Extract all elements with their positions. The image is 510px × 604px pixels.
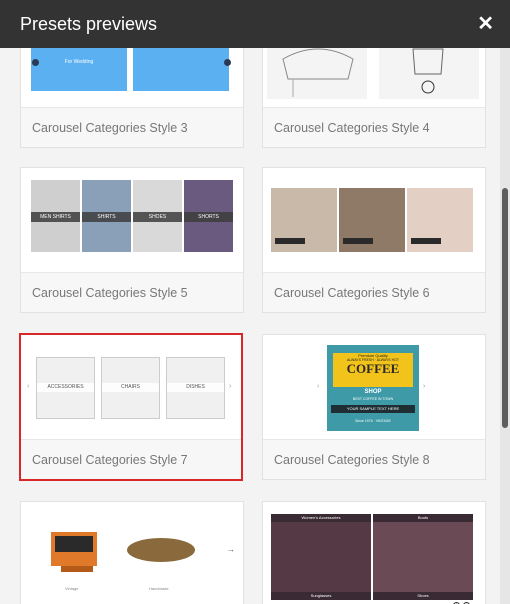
preset-preview: ‹ Premium Quality ALWAYS FRESH · ALWAYS … xyxy=(263,335,485,439)
preset-label: Carousel Categories Style 4 xyxy=(263,107,485,147)
prev-arrow-icon[interactable]: ‹ xyxy=(27,383,29,390)
preset-label: Carousel Categories Style 8 xyxy=(263,439,485,479)
category-tag xyxy=(411,238,441,244)
category-photo xyxy=(407,188,473,252)
preset-label: Carousel Categories Style 7 xyxy=(21,439,241,479)
poster-banner: YOUR SAMPLE TEXT HERE xyxy=(331,405,415,413)
modal-title: Presets previews xyxy=(20,13,158,34)
category-tile: For Wedding xyxy=(31,48,127,91)
presets-modal: Presets previews ✕ For Wedding Carousel … xyxy=(0,0,510,604)
product-caption: Vintage xyxy=(65,586,79,591)
svg-text:→: → xyxy=(227,545,235,554)
poster-badge: Premium Quality ALWAYS FRESH · ALWAYS HO… xyxy=(333,353,413,387)
close-icon[interactable]: ✕ xyxy=(477,14,494,34)
poster-line3: BEST COFFEE IN TOWN xyxy=(352,397,394,401)
category-tag: Women's Accessories xyxy=(271,514,371,522)
category-photo xyxy=(339,188,405,252)
prev-arrow-icon[interactable]: ‹ xyxy=(317,383,319,390)
preset-preview xyxy=(263,48,485,107)
category-photo: Women's Accessories Sunglasses xyxy=(271,514,371,600)
preset-preview: ‹ ACCESSORIES CHAIRS DISHES › xyxy=(21,335,241,439)
category-tag: ACCESSORIES xyxy=(37,383,94,393)
presets-grid: For Wedding Carousel Categories Style 3 xyxy=(0,48,500,604)
category-photo: SHOES xyxy=(133,180,182,252)
category-tag: DISHES xyxy=(167,383,224,393)
category-tag: SHOES xyxy=(133,211,182,222)
category-tag: Boots xyxy=(373,514,473,522)
scrollbar-thumb[interactable] xyxy=(502,188,508,428)
category-tag: MEN SHIRTS xyxy=(31,211,80,222)
next-arrow-icon[interactable]: › xyxy=(423,383,425,390)
preset-card-style-9[interactable]: → Vintage Handmade xyxy=(20,501,244,604)
poster-footer: Since 1976 · VINTAGE xyxy=(355,419,391,423)
category-tag xyxy=(275,238,305,244)
category-tile xyxy=(133,48,229,91)
preset-label: Carousel Categories Style 5 xyxy=(21,272,243,312)
category-photo: SHORTS xyxy=(184,180,233,252)
category-sketch: CHAIRS xyxy=(101,357,160,419)
preset-label: Carousel Categories Style 6 xyxy=(263,272,485,312)
category-tag xyxy=(343,238,373,244)
category-sketch: ACCESSORIES xyxy=(36,357,95,419)
preset-preview: MEN SHIRTS SHIRTS SHOES SHORTS xyxy=(21,168,243,272)
preset-preview: Women's Accessories Sunglasses Boots Sho… xyxy=(263,502,485,604)
category-tag: Shoes xyxy=(373,592,473,600)
category-photo: MEN SHIRTS xyxy=(31,180,80,252)
preset-label: Carousel Categories Style 3 xyxy=(21,107,243,147)
tile-label xyxy=(133,59,229,89)
preset-card-style-5[interactable]: MEN SHIRTS SHIRTS SHOES SHORTS Carousel … xyxy=(20,167,244,313)
preset-card-style-7[interactable]: ‹ ACCESSORIES CHAIRS DISHES › Carousel C… xyxy=(19,333,243,481)
product-caption: Handmade xyxy=(149,586,169,591)
preset-preview: For Wedding xyxy=(21,48,243,107)
category-photo: Boots Shoes xyxy=(373,514,473,600)
next-arrow-icon[interactable] xyxy=(224,59,231,66)
preset-card-style-6[interactable]: Carousel Categories Style 6 xyxy=(262,167,486,313)
modal-header: Presets previews ✕ xyxy=(0,0,510,48)
category-tag: SHORTS xyxy=(184,211,233,222)
preset-preview xyxy=(263,168,485,272)
poster-title: COFFEE xyxy=(346,361,400,376)
vertical-scrollbar[interactable] xyxy=(500,48,510,604)
category-tag: SHIRTS xyxy=(82,211,131,222)
product-thumbnails: → xyxy=(51,532,235,572)
preset-card-style-4[interactable]: Carousel Categories Style 4 xyxy=(262,48,486,148)
tile-label: For Wedding xyxy=(64,59,94,65)
category-photo xyxy=(271,188,337,252)
prev-arrow-icon[interactable] xyxy=(32,59,39,66)
sketch-thumbnails xyxy=(267,48,479,99)
category-tag: CHAIRS xyxy=(102,383,159,393)
category-photo: SHIRTS xyxy=(82,180,131,252)
next-arrow-icon[interactable]: › xyxy=(229,383,231,390)
coffee-poster: Premium Quality ALWAYS FRESH · ALWAYS HO… xyxy=(327,345,419,431)
poster-sub: SHOP xyxy=(364,389,382,395)
preset-preview: → Vintage Handmade xyxy=(21,502,243,604)
preset-card-style-3[interactable]: For Wedding Carousel Categories Style 3 xyxy=(20,48,244,148)
preset-card-style-8[interactable]: ‹ Premium Quality ALWAYS FRESH · ALWAYS … xyxy=(262,334,486,480)
category-tag: Sunglasses xyxy=(271,592,371,600)
preset-card-style-10[interactable]: Women's Accessories Sunglasses Boots Sho… xyxy=(262,501,486,604)
category-sketch: DISHES xyxy=(166,357,225,419)
